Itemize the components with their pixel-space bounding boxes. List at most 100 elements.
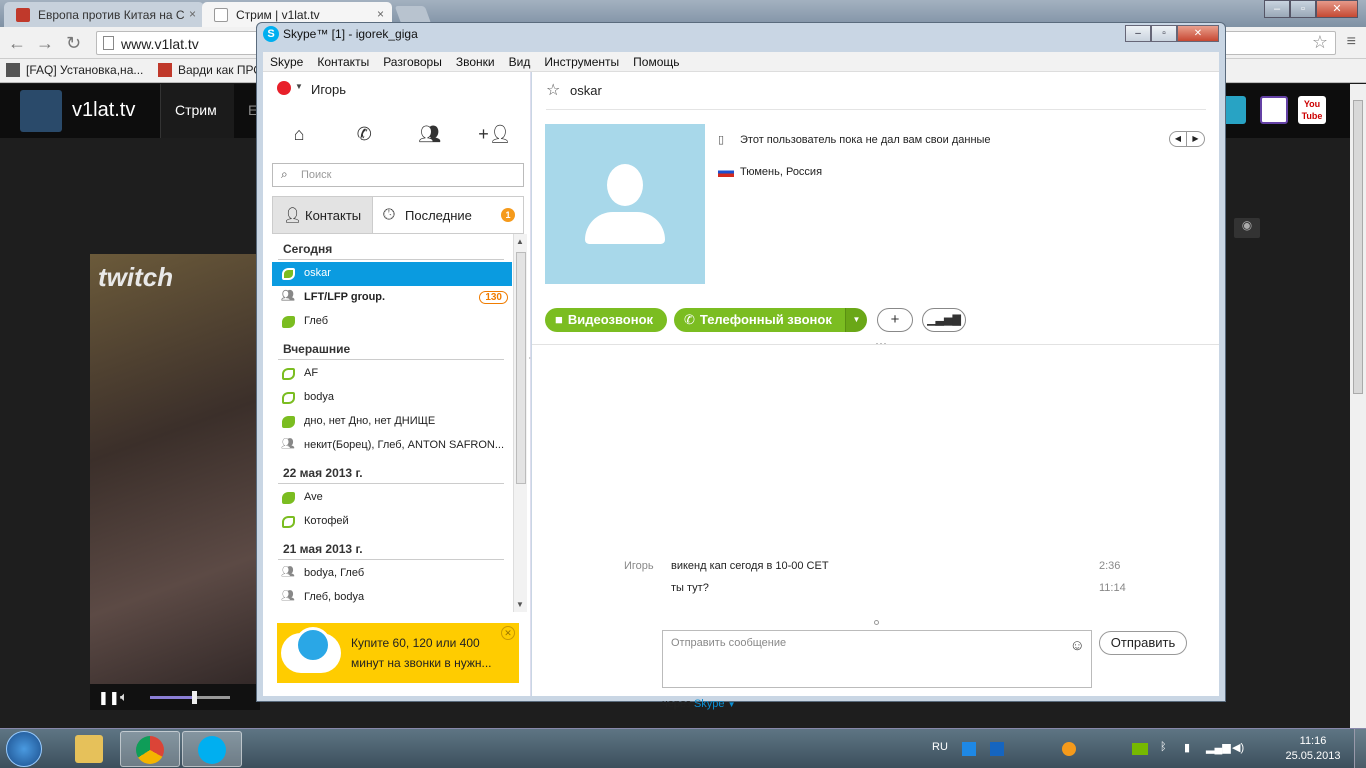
group-icon[interactable]: 👥︎ bbox=[410, 124, 450, 145]
send-button[interactable]: Отправить bbox=[1099, 631, 1187, 655]
list-item[interactable]: 👥︎ Глеб, bodya bbox=[272, 586, 512, 610]
globe-icon bbox=[295, 627, 331, 663]
promo-banner[interactable]: Купите 60, 120 или 400 минут на звонки в… bbox=[277, 623, 519, 683]
bookmark-faq[interactable]: [FAQ] Установка,на... bbox=[6, 63, 143, 77]
search-placeholder: Поиск bbox=[301, 169, 332, 181]
menu-tools[interactable]: Инструменты bbox=[537, 52, 626, 71]
browser-tab-1[interactable]: Европа против Китая на С × bbox=[4, 2, 204, 27]
bookmark-w-icon bbox=[6, 63, 20, 77]
start-button[interactable] bbox=[6, 731, 42, 767]
forward-arrow-icon[interactable]: → bbox=[36, 33, 54, 54]
list-item[interactable]: Глеб bbox=[272, 310, 512, 334]
language-indicator[interactable]: RU bbox=[932, 741, 948, 753]
menu-conversations[interactable]: Разговоры bbox=[376, 52, 449, 71]
eye-icon[interactable]: ◉ bbox=[1234, 218, 1260, 238]
tab-contacts[interactable]: 👤︎ Контакты bbox=[273, 197, 373, 233]
list-item[interactable]: 👥︎ некит(Борец), Глеб, ANTON SAFRON... bbox=[272, 434, 512, 458]
battery-icon[interactable]: ▮ bbox=[1184, 741, 1190, 754]
pause-icon[interactable]: ❚❚ bbox=[98, 690, 120, 706]
tab-recent[interactable]: 🕓︎ Последние 1 bbox=[373, 197, 523, 233]
close-promo-icon[interactable]: ✕ bbox=[501, 626, 515, 640]
menu-calls[interactable]: Звонки bbox=[449, 52, 502, 71]
call-options-dropdown[interactable]: ▼ bbox=[845, 308, 867, 332]
menu-help[interactable]: Помощь bbox=[626, 52, 686, 71]
app-tray-icon[interactable] bbox=[990, 742, 1004, 756]
list-item[interactable]: 👥︎ LFT/LFP group. 130 bbox=[272, 286, 512, 310]
network-tray-icon[interactable] bbox=[962, 742, 976, 756]
group-chat-icon: 👥︎ bbox=[281, 566, 295, 578]
taskbar-chrome[interactable] bbox=[120, 731, 180, 767]
back-arrow-icon[interactable]: ← bbox=[8, 33, 26, 54]
message-time: 11:14 bbox=[1099, 582, 1126, 594]
phone-call-button[interactable]: ✆ Телефонный звонок bbox=[674, 308, 846, 332]
bookmark-vardi[interactable]: Варди как ПРО bbox=[158, 63, 263, 77]
add-participant-button[interactable]: + bbox=[877, 308, 913, 332]
user-status-menu[interactable]: ▼ Игорь bbox=[277, 81, 347, 97]
menu-contacts[interactable]: Контакты bbox=[310, 52, 376, 71]
list-item[interactable]: Котофей bbox=[272, 510, 512, 534]
emoticon-icon[interactable]: ☺ bbox=[1070, 637, 1085, 654]
system-clock[interactable]: 11:16 25.05.2013 bbox=[1280, 734, 1346, 764]
video-call-button[interactable]: ■ Видеозвонок bbox=[545, 308, 667, 332]
add-contact-icon[interactable]: +👤︎ bbox=[475, 124, 515, 145]
nav-tab-stream[interactable]: Стрим bbox=[160, 84, 234, 138]
bluetooth-icon[interactable]: ᛒ bbox=[1160, 741, 1167, 753]
skype-maximize-button[interactable]: ▫ bbox=[1151, 25, 1177, 42]
volume-icon[interactable]: 🔈︎ bbox=[120, 689, 128, 705]
taskbar-explorer[interactable] bbox=[60, 731, 120, 767]
twitch-icon[interactable] bbox=[1260, 96, 1288, 124]
skype-minimize-button[interactable]: – bbox=[1125, 25, 1151, 42]
list-item[interactable]: oskar bbox=[272, 262, 512, 286]
page-scrollbar-thumb[interactable] bbox=[1353, 100, 1363, 394]
message-input[interactable]: Отправить сообщение ☺ bbox=[662, 630, 1092, 688]
menu-skype[interactable]: Skype bbox=[263, 52, 310, 71]
minimize-button[interactable]: – bbox=[1264, 0, 1290, 18]
menu-view[interactable]: Вид bbox=[502, 52, 538, 71]
site-name[interactable]: v1lat.tv bbox=[72, 99, 135, 122]
chevron-right-icon[interactable]: ▶ bbox=[1187, 132, 1204, 146]
list-item[interactable]: дно, нет Дно, нет ДНИЩЕ bbox=[272, 410, 512, 434]
list-item[interactable]: 👥︎ bodya, Глеб bbox=[272, 562, 512, 586]
contact-list-scrollbar[interactable]: ▲ ▼ bbox=[513, 234, 527, 612]
list-item[interactable]: bodya bbox=[272, 386, 512, 410]
youtube-icon[interactable]: You Tube bbox=[1298, 96, 1326, 124]
search-input[interactable]: ⌕ Поиск bbox=[272, 163, 524, 187]
user-name: Игорь bbox=[311, 82, 347, 97]
dota-logo-icon[interactable] bbox=[20, 90, 62, 132]
favorite-star-icon[interactable]: ☆ bbox=[546, 80, 560, 100]
list-item[interactable]: AF bbox=[272, 362, 512, 386]
phone-icon[interactable]: ✆ bbox=[344, 124, 384, 145]
search-icon: ⌕ bbox=[281, 167, 288, 181]
close-window-button[interactable]: ✕ bbox=[1316, 0, 1358, 18]
contact-list-scrollbar-thumb[interactable] bbox=[516, 252, 526, 484]
signal-bars-icon[interactable]: ▂▄▆ bbox=[1206, 741, 1231, 754]
nvidia-tray-icon[interactable] bbox=[1132, 743, 1148, 755]
volume-slider-knob[interactable] bbox=[192, 691, 197, 704]
home-icon[interactable]: ⌂ bbox=[279, 124, 319, 145]
volume-tray-icon[interactable]: ◀︎) bbox=[1232, 741, 1244, 754]
close-tab-icon[interactable]: × bbox=[189, 7, 196, 21]
close-tab-icon[interactable]: × bbox=[377, 7, 384, 21]
page-icon bbox=[103, 36, 114, 50]
contact-location: Тюмень, Россия bbox=[718, 166, 822, 178]
scroll-up-icon[interactable]: ▲ bbox=[516, 237, 524, 246]
page-scrollbar[interactable] bbox=[1350, 84, 1366, 728]
volume-slider[interactable] bbox=[150, 691, 230, 704]
volume-slider-fill bbox=[150, 696, 195, 699]
skype-close-button[interactable]: ✕ bbox=[1177, 25, 1219, 42]
avatar-body-icon bbox=[585, 212, 665, 244]
show-desktop-button[interactable] bbox=[1354, 729, 1366, 768]
list-item[interactable]: Ave bbox=[272, 486, 512, 510]
bookmark-star-icon[interactable]: ☆ bbox=[1312, 32, 1328, 53]
chrome-menu-icon[interactable]: ≡ bbox=[1347, 33, 1356, 51]
maximize-button[interactable]: ▫ bbox=[1290, 0, 1316, 18]
taskbar-skype[interactable] bbox=[182, 731, 242, 767]
contact-location-text: Тюмень, Россия bbox=[740, 166, 823, 178]
scroll-down-icon[interactable]: ▼ bbox=[516, 600, 524, 609]
chevron-left-icon[interactable]: ◀ bbox=[1170, 132, 1187, 146]
signal-icon[interactable]: ▁▃▅▇ bbox=[922, 308, 966, 332]
send-via-selector[interactable]: через Skype ▼ bbox=[662, 698, 736, 710]
skype-tray-icon[interactable] bbox=[1062, 742, 1076, 756]
video-player[interactable]: twitch bbox=[90, 254, 260, 710]
reload-icon[interactable]: ↻ bbox=[66, 33, 81, 54]
